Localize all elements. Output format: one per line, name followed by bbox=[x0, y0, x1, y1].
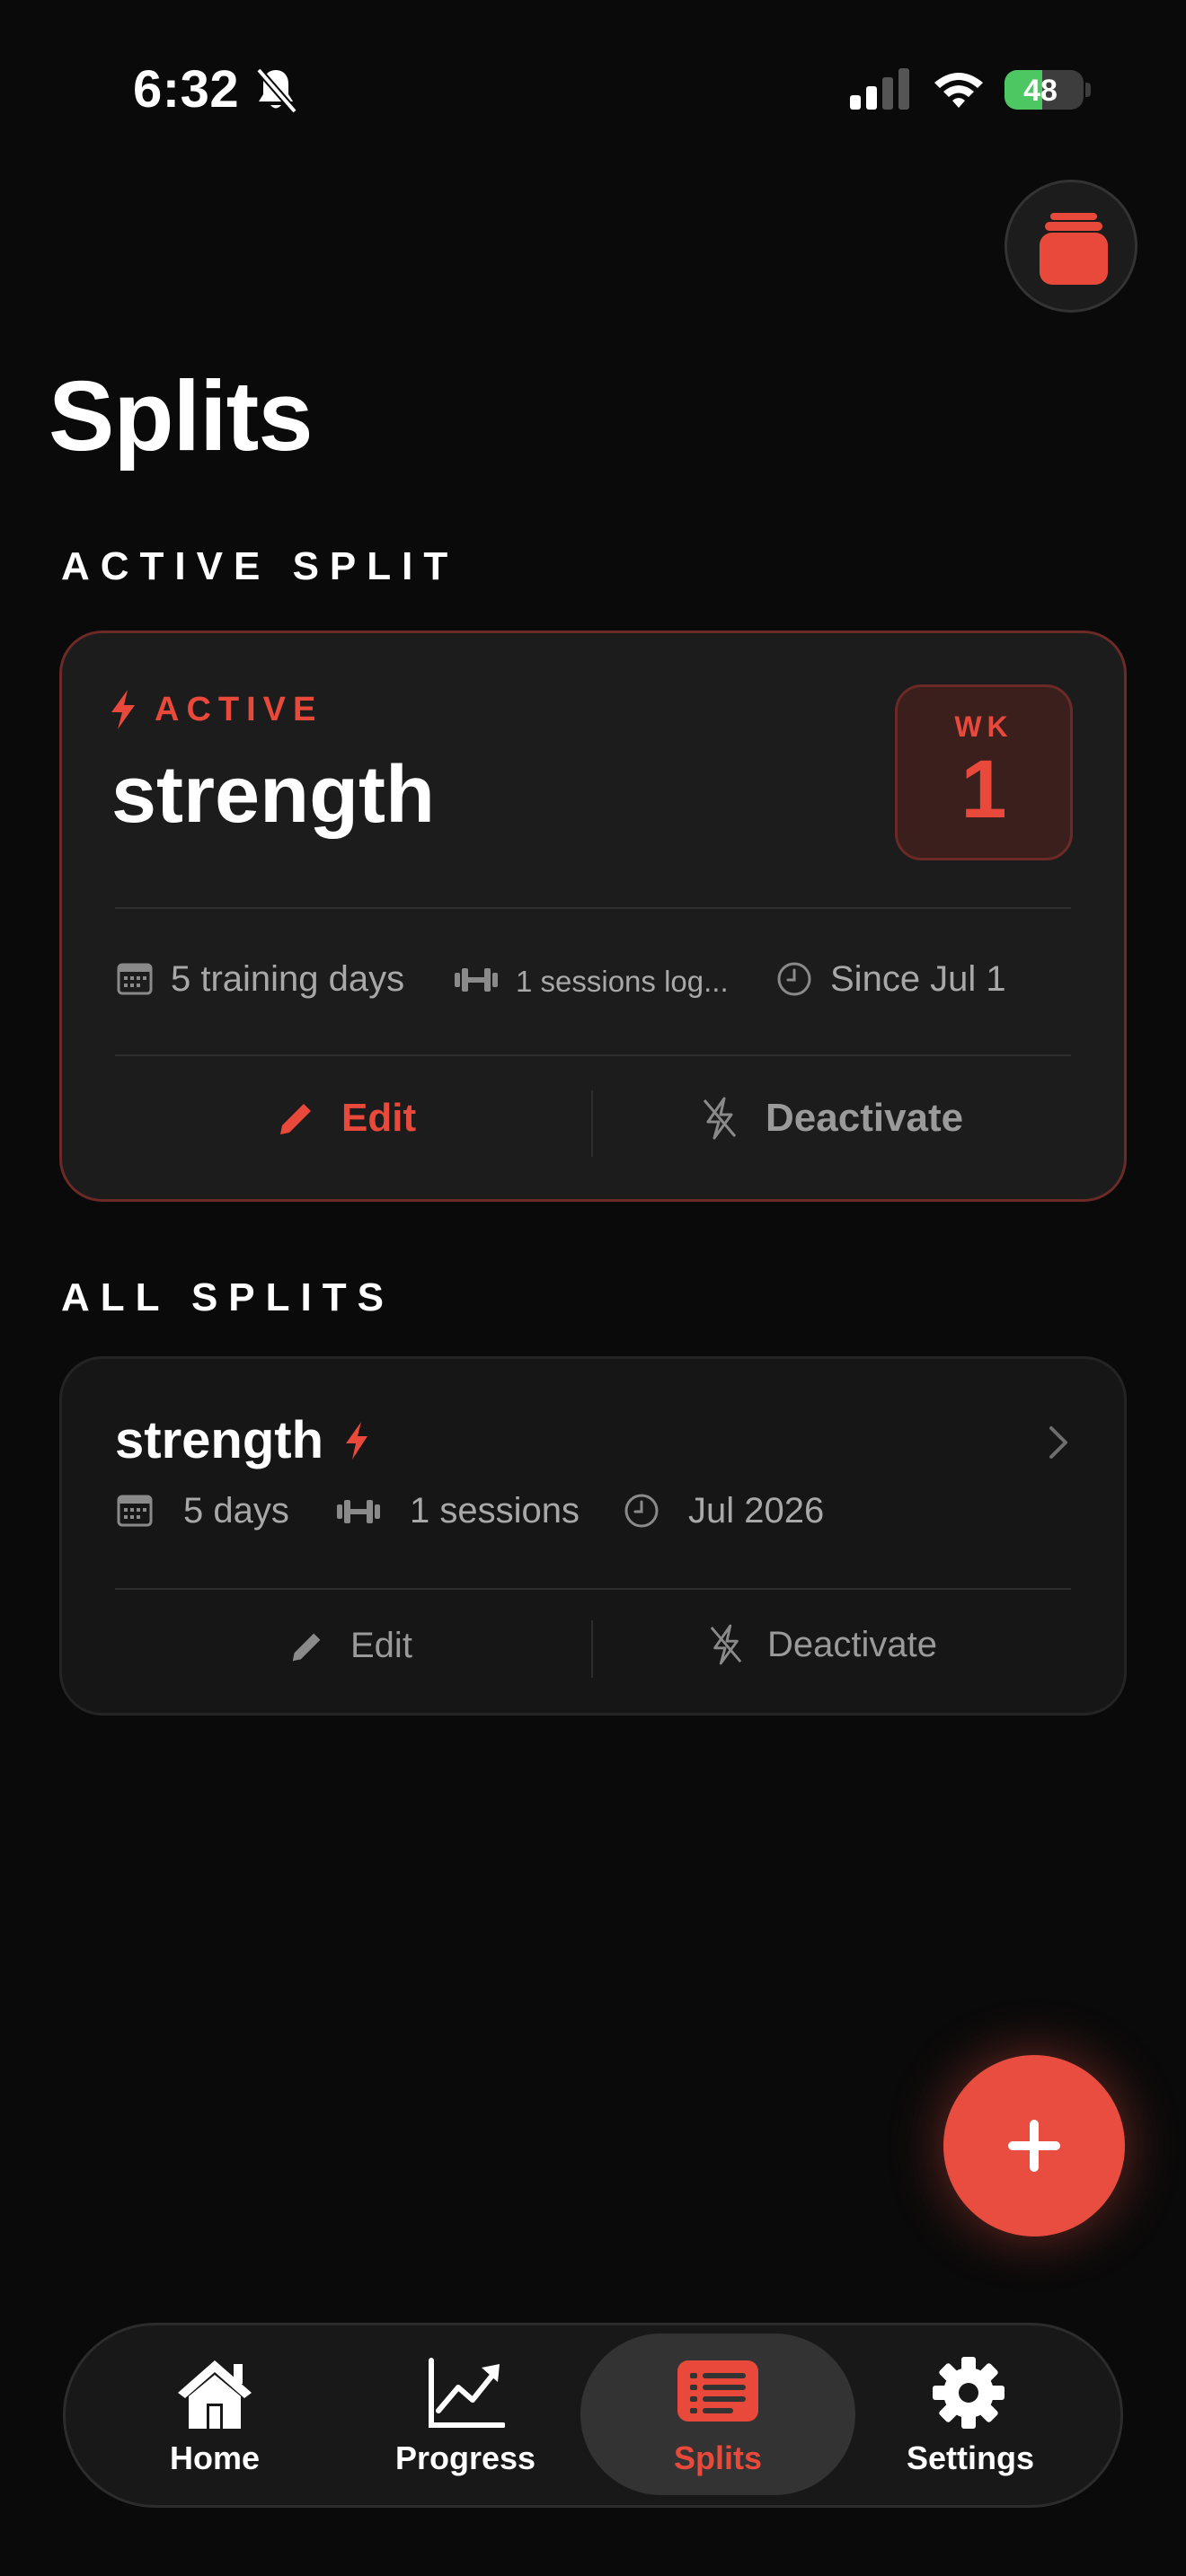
tab-progress[interactable]: Progress bbox=[358, 2439, 573, 2477]
chart-trend-icon[interactable] bbox=[428, 2357, 505, 2429]
active-tag-text: ACTIVE bbox=[155, 690, 323, 728]
pencil-icon bbox=[292, 1633, 321, 1661]
split-item-days: 5 days bbox=[183, 1491, 289, 1531]
status-time: 6:32 bbox=[133, 60, 240, 119]
battery-nub bbox=[1085, 83, 1091, 97]
bolt-slash-icon bbox=[710, 1624, 742, 1665]
card-divider bbox=[115, 907, 1071, 909]
split-item-title-row: strength bbox=[115, 1410, 370, 1470]
sessions-logged-text: 1 sessions log... bbox=[516, 965, 729, 998]
add-split-button[interactable] bbox=[943, 2055, 1125, 2236]
cellular-signal-icon bbox=[850, 68, 909, 110]
house-icon[interactable] bbox=[174, 2357, 255, 2430]
card-divider bbox=[115, 1054, 1071, 1056]
week-number: 1 bbox=[960, 744, 1007, 835]
bell-slash-icon bbox=[255, 67, 298, 114]
bolt-slash-icon bbox=[703, 1097, 737, 1140]
chevron-right-icon[interactable] bbox=[1046, 1425, 1071, 1460]
page-title: Splits bbox=[49, 361, 313, 472]
edit-button-label: Edit bbox=[341, 1096, 417, 1140]
week-label: WK bbox=[954, 710, 1013, 743]
calendar-icon bbox=[117, 1495, 153, 1527]
split-item-deactivate-label: Deactivate bbox=[767, 1624, 937, 1664]
tab-settings[interactable]: Settings bbox=[863, 2439, 1078, 2477]
calendar-icon bbox=[117, 963, 153, 995]
deactivate-button-label: Deactivate bbox=[766, 1096, 964, 1140]
battery-percentage: 48 bbox=[1023, 74, 1058, 108]
card-divider bbox=[115, 1588, 1071, 1590]
lightning-bolt-icon bbox=[111, 690, 135, 729]
tab-splits[interactable]: Splits bbox=[610, 2439, 826, 2477]
active-split-section-label: ACTIVE SPLIT bbox=[61, 544, 459, 588]
split-item-date: Jul 2026 bbox=[688, 1491, 825, 1531]
deactivate-button[interactable]: Deactivate bbox=[701, 1096, 963, 1141]
pencil-icon bbox=[280, 1104, 311, 1134]
all-splits-section-label: ALL SPLITS bbox=[61, 1275, 394, 1319]
list-card-icon[interactable] bbox=[676, 2359, 760, 2423]
split-item-name: strength bbox=[115, 1411, 323, 1469]
edit-button[interactable]: Edit bbox=[279, 1096, 416, 1141]
wifi-icon bbox=[934, 73, 983, 108]
stack-button[interactable] bbox=[1005, 180, 1137, 313]
plus-icon bbox=[1008, 2120, 1060, 2172]
since-date-text: Since Jul 1 bbox=[830, 959, 1006, 999]
battery-charging-icon: 48 bbox=[1005, 70, 1084, 110]
clock-icon bbox=[777, 962, 811, 996]
training-days-text: 5 training days bbox=[171, 959, 405, 999]
split-item-sessions: 1 sessions bbox=[410, 1491, 580, 1531]
active-split-name: strength bbox=[111, 750, 435, 840]
action-divider bbox=[591, 1090, 593, 1157]
active-status-tag: ACTIVE bbox=[108, 690, 323, 729]
dumbbell-icon bbox=[337, 1500, 380, 1523]
layers-stack-icon bbox=[1040, 213, 1108, 285]
dumbbell-icon bbox=[455, 968, 498, 992]
lightning-bolt-icon bbox=[346, 1421, 367, 1460]
gear-icon[interactable] bbox=[931, 2355, 1006, 2430]
split-item-edit-label: Edit bbox=[350, 1626, 412, 1665]
clock-icon bbox=[624, 1494, 659, 1528]
week-badge: WK 1 bbox=[895, 684, 1073, 860]
split-item-deactivate-button[interactable]: Deactivate bbox=[708, 1624, 937, 1665]
action-divider bbox=[591, 1620, 593, 1678]
split-item-edit-button[interactable]: Edit bbox=[291, 1626, 412, 1666]
tab-home[interactable]: Home bbox=[107, 2439, 323, 2477]
